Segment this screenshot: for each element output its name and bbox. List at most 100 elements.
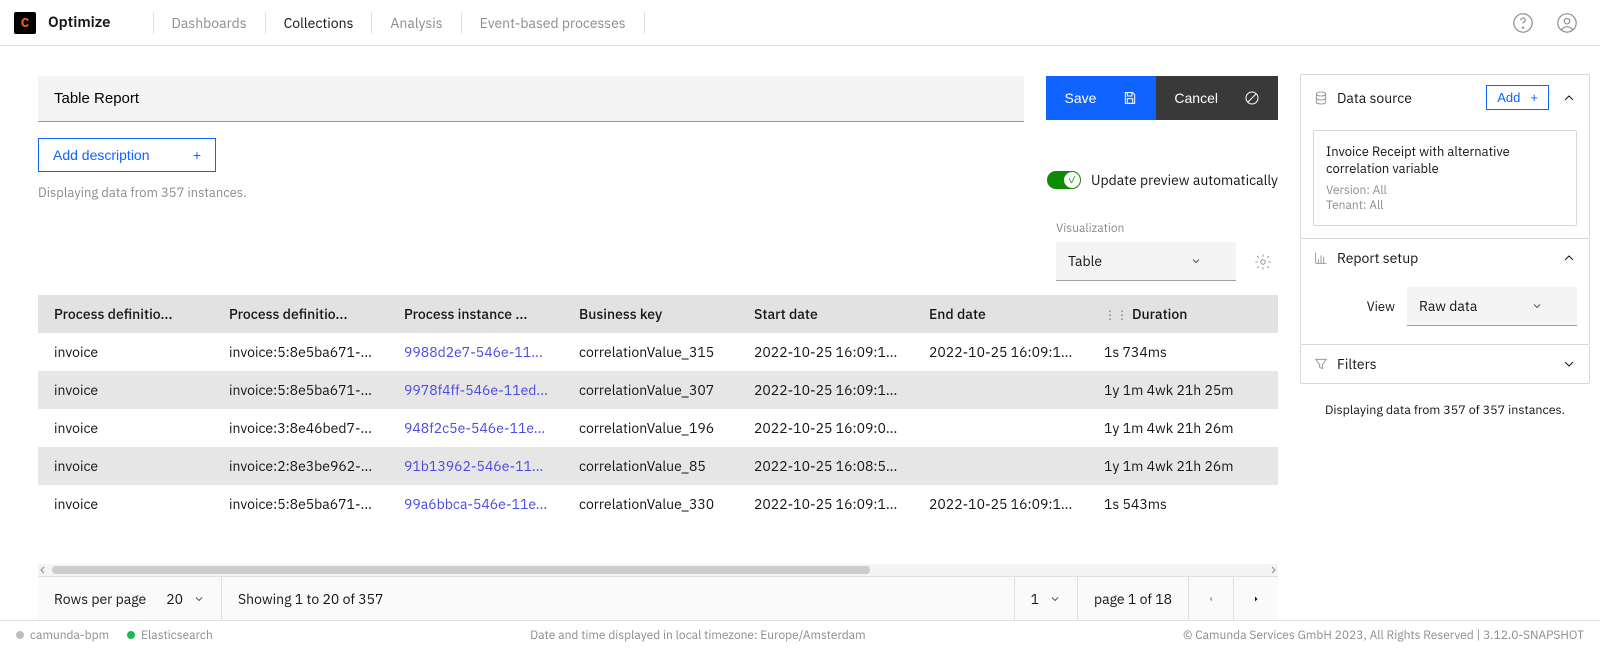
chevron-down-icon[interactable] xyxy=(193,593,205,605)
rows-per-page-value[interactable]: 20 xyxy=(166,590,183,608)
chevron-down-icon xyxy=(1190,255,1202,267)
table-cell: correlationValue_330 xyxy=(563,485,738,523)
table-row[interactable]: invoiceinvoice:3:8e46bed7-...948f2c5e-54… xyxy=(38,409,1278,447)
data-source-card[interactable]: Invoice Receipt with alternative correla… xyxy=(1313,130,1577,226)
visualization-row: Visualization Table xyxy=(38,221,1278,281)
page-next-button[interactable] xyxy=(1234,593,1278,605)
panel-filters-head[interactable]: Filters xyxy=(1301,345,1589,383)
panel-filters-title: Filters xyxy=(1337,355,1377,373)
timezone-text: Date and time displayed in local timezon… xyxy=(530,628,866,643)
horizontal-scrollbar[interactable] xyxy=(38,564,1278,576)
top-nav-right xyxy=(1512,12,1578,34)
auto-preview-toggle[interactable] xyxy=(1047,171,1081,189)
table-cell: invoice:3:8e46bed7-... xyxy=(213,409,388,447)
report-content: Save Cancel Add description + Displaying… xyxy=(0,46,1300,620)
table-row[interactable]: invoiceinvoice:2:8e3be962-...91b13962-54… xyxy=(38,447,1278,485)
config-sidebar: Data source Add + Invoice Receipt with a… xyxy=(1300,46,1600,620)
report-name-input[interactable] xyxy=(38,76,1024,122)
data-table: Process definitio... Process definitio..… xyxy=(38,295,1278,523)
data-source-add-label: Add xyxy=(1497,90,1520,105)
engine-status: camunda-bpm xyxy=(16,628,109,643)
table-cell[interactable]: 9988d2e7-546e-11... xyxy=(388,333,563,371)
table-cell: invoice:2:8e3be962-... xyxy=(213,447,388,485)
chevron-down-icon xyxy=(1561,356,1577,372)
view-label: View xyxy=(1367,298,1395,315)
table-cell: 2022-10-25 16:09:0... xyxy=(738,409,913,447)
table-cell[interactable]: 948f2c5e-546e-11e... xyxy=(388,409,563,447)
data-source-add-button[interactable]: Add + xyxy=(1486,85,1549,110)
auto-preview-row: Update preview automatically xyxy=(38,171,1278,189)
data-table-wrap: Process definitio... Process definitio..… xyxy=(38,295,1278,564)
data-source-tenant: Tenant: All xyxy=(1326,198,1564,213)
panel-data-source-title: Data source xyxy=(1337,89,1412,107)
panel-data-source-head[interactable]: Data source Add + xyxy=(1301,75,1589,120)
drag-grip-icon[interactable]: ⋮⋮ xyxy=(1104,308,1128,323)
table-cell: 2022-10-25 16:09:1... xyxy=(913,485,1088,523)
panel-data-source: Data source Add + Invoice Receipt with a… xyxy=(1300,74,1590,239)
visualization-label: Visualization xyxy=(1056,221,1236,236)
table-cell: 1s 543ms xyxy=(1088,485,1278,523)
table-cell: 1y 1m 4wk 21h 26m xyxy=(1088,447,1278,485)
pagination-bar: Rows per page 20 Showing 1 to 20 of 357 … xyxy=(38,576,1278,620)
col-end-date[interactable]: End date xyxy=(913,295,1088,333)
table-cell xyxy=(913,409,1088,447)
name-row: Save Cancel xyxy=(38,76,1278,122)
view-select[interactable]: Raw data xyxy=(1407,287,1577,326)
panel-report-setup-head[interactable]: Report setup xyxy=(1301,239,1589,277)
table-row[interactable]: invoiceinvoice:5:8e5ba671-...9978f4ff-54… xyxy=(38,371,1278,409)
footer-bar: camunda-bpm Elasticsearch Date and time … xyxy=(0,620,1600,650)
user-icon[interactable] xyxy=(1556,12,1578,34)
table-cell[interactable]: 91b13962-546e-11... xyxy=(388,447,563,485)
elasticsearch-status: Elasticsearch xyxy=(127,628,213,643)
panel-report-setup-title: Report setup xyxy=(1337,249,1418,267)
table-row[interactable]: invoiceinvoice:5:8e5ba671-...9988d2e7-54… xyxy=(38,333,1278,371)
col-process-def-key[interactable]: Process definitio... xyxy=(38,295,213,333)
page-prev-button[interactable] xyxy=(1189,593,1233,605)
table-cell: 2022-10-25 16:09:1... xyxy=(738,371,913,409)
nav-event-based[interactable]: Event-based processes xyxy=(480,14,626,32)
table-cell: 1y 1m 4wk 21h 25m xyxy=(1088,371,1278,409)
cancel-button-label: Cancel xyxy=(1174,90,1218,106)
visualization-select[interactable]: Table xyxy=(1056,242,1236,281)
chevron-down-icon[interactable] xyxy=(1049,593,1061,605)
table-cell: 2022-10-25 16:08:5... xyxy=(738,447,913,485)
nav-collections[interactable]: Collections xyxy=(284,14,354,32)
help-icon[interactable] xyxy=(1512,12,1534,34)
table-cell: invoice xyxy=(38,409,213,447)
col-start-date[interactable]: Start date xyxy=(738,295,913,333)
table-cell: 2022-10-25 16:09:1... xyxy=(738,485,913,523)
col-process-instance[interactable]: Process instance ... xyxy=(388,295,563,333)
col-process-def-id[interactable]: Process definitio... xyxy=(213,295,388,333)
page-value[interactable]: 1 xyxy=(1031,590,1039,608)
caret-left-icon xyxy=(1205,593,1217,605)
col-duration[interactable]: ⋮⋮Duration xyxy=(1088,295,1278,333)
nav-analysis[interactable]: Analysis xyxy=(390,14,442,32)
save-button-label: Save xyxy=(1064,90,1096,106)
table-cell: invoice xyxy=(38,333,213,371)
page-of-text: page 1 of 18 xyxy=(1094,590,1172,608)
chevron-up-icon xyxy=(1561,90,1577,106)
table-cell: 2022-10-25 16:09:1... xyxy=(913,333,1088,371)
table-cell xyxy=(913,447,1088,485)
cancel-button[interactable]: Cancel xyxy=(1156,76,1278,120)
top-nav: C Optimize Dashboards Collections Analys… xyxy=(0,0,1600,46)
scroll-thumb[interactable] xyxy=(52,566,870,574)
scroll-left-arrow xyxy=(38,565,48,575)
top-nav-left: C Optimize Dashboards Collections Analys… xyxy=(14,0,663,45)
table-row[interactable]: invoiceinvoice:5:8e5ba671-...99a6bbca-54… xyxy=(38,485,1278,523)
nav-dashboards[interactable]: Dashboards xyxy=(172,14,247,32)
gear-icon xyxy=(1254,253,1272,271)
table-cell[interactable]: 9978f4ff-546e-11ed... xyxy=(388,371,563,409)
add-description-button[interactable]: Add description + xyxy=(38,138,216,172)
table-cell[interactable]: 99a6bbca-546e-11e... xyxy=(388,485,563,523)
data-source-card-title: Invoice Receipt with alternative correla… xyxy=(1326,143,1564,177)
visualization-settings-button[interactable] xyxy=(1248,247,1278,281)
col-business-key[interactable]: Business key xyxy=(563,295,738,333)
table-cell: correlationValue_85 xyxy=(563,447,738,485)
auto-preview-label: Update preview automatically xyxy=(1091,171,1278,189)
caret-right-icon xyxy=(1250,593,1262,605)
visualization-value: Table xyxy=(1068,252,1102,270)
database-icon xyxy=(1313,90,1329,106)
chevron-down-icon xyxy=(1531,300,1543,312)
save-button[interactable]: Save xyxy=(1046,76,1156,120)
